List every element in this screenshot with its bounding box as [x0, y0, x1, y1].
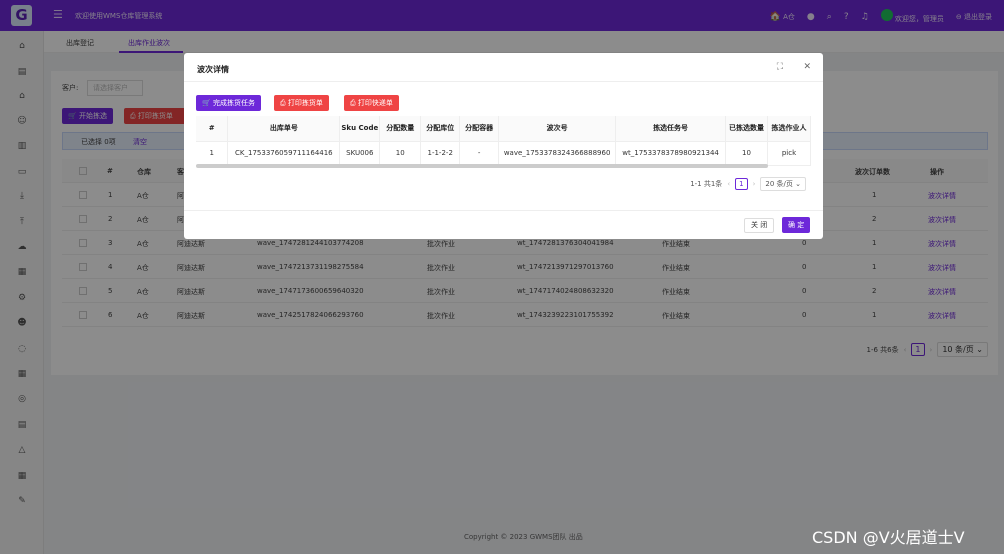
cell-picked-qty: 10: [725, 141, 768, 166]
close-button[interactable]: 关 闭: [744, 218, 775, 233]
cell-order-no: CK_1753376059711164416: [227, 141, 341, 166]
fullscreen-icon[interactable]: ⛶: [777, 62, 783, 72]
print-pick-list-button[interactable]: ⎙ 打印拣货单: [274, 95, 329, 111]
close-icon[interactable]: ✕: [803, 62, 811, 72]
col-no: #: [196, 116, 229, 142]
table-header-row: # 出库单号 Sku Code 分配数量 分配库位 分配容器 波次号 拣选任务号…: [196, 116, 811, 142]
print-express-button[interactable]: ⎙ 打印快递单: [344, 95, 399, 111]
modal-pager: 1-1 共1条 ‹ 1 › 20 条/页 ⌄: [690, 177, 806, 191]
modal-header-divider: [184, 81, 823, 82]
modal-pager-total: 1-1 共1条: [690, 180, 723, 188]
col-order-no: 出库单号: [227, 116, 341, 142]
cell-picker: pick: [767, 141, 811, 166]
wave-detail-table: # 出库单号 Sku Code 分配数量 分配库位 分配容器 波次号 拣选任务号…: [196, 116, 811, 166]
cell-alloc-loc: 1-1-2-2: [420, 141, 461, 166]
col-picked-qty: 已拣选数量: [725, 116, 768, 142]
cell-container: -: [459, 141, 500, 166]
watermark: CSDN @V火居道士V: [812, 528, 965, 547]
modal-title: 波次详情: [197, 65, 229, 74]
modal-footer-divider: [184, 210, 823, 211]
cell-wave-no: wave_1753378324366888960: [498, 141, 617, 166]
cell-no: 1: [196, 141, 229, 166]
modal-pager-page[interactable]: 1: [735, 178, 748, 190]
col-alloc-qty: 分配数量: [379, 116, 422, 142]
cell-task-no: wt_1753378378980921344: [615, 141, 727, 166]
modal-pager-next[interactable]: ›: [753, 180, 756, 188]
complete-pick-task-button[interactable]: 🛒 完成拣货任务: [196, 95, 261, 111]
table-row: 1 CK_1753376059711164416 SKU006 10 1-1-2…: [196, 141, 811, 166]
cell-alloc-qty: 10: [379, 141, 422, 166]
wave-detail-modal: 波次详情 ⛶ ✕ 🛒 完成拣货任务 ⎙ 打印拣货单 ⎙ 打印快递单 # 出库单号…: [184, 53, 823, 239]
col-wave-no: 波次号: [498, 116, 617, 142]
col-task-no: 拣选任务号: [615, 116, 727, 142]
col-sku: Sku Code: [339, 116, 381, 142]
modal-pager-prev[interactable]: ‹: [727, 180, 730, 188]
col-alloc-container: 分配容器: [459, 116, 500, 142]
col-alloc-loc: 分配库位: [420, 116, 461, 142]
col-picker: 拣选作业人: [767, 116, 811, 142]
cell-sku: SKU006: [339, 141, 381, 166]
ok-button[interactable]: 确 定: [782, 217, 811, 233]
horizontal-scrollbar[interactable]: [196, 164, 768, 168]
modal-pager-size[interactable]: 20 条/页 ⌄: [760, 177, 806, 191]
